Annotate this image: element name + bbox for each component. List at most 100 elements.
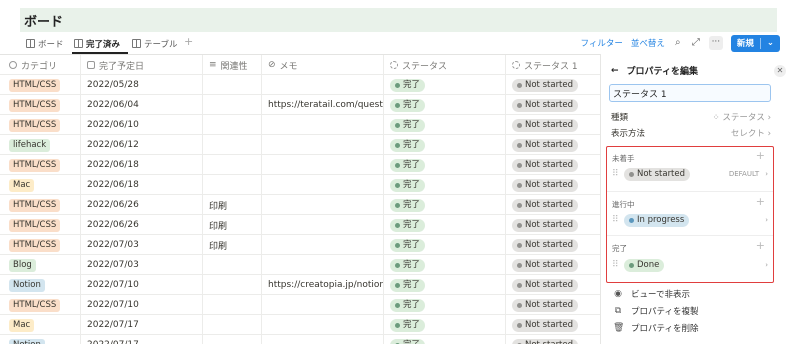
relation-cell[interactable]	[203, 155, 262, 175]
date-cell[interactable]: 2022/07/03	[81, 235, 203, 255]
memo-cell[interactable]	[262, 255, 384, 275]
category-cell[interactable]: Mac	[0, 315, 81, 335]
category-cell[interactable]: HTML/CSS	[0, 215, 81, 235]
tab-table[interactable]: テーブル	[132, 36, 178, 51]
property-type-row[interactable]: 種類 ⁘ ステータス ›	[611, 110, 771, 124]
delete-property-action[interactable]: 🗑 プロパティを削除	[613, 322, 699, 334]
column-header-memo[interactable]: ⊘ メモ	[262, 55, 384, 75]
status-option-done[interactable]: ⠿ Done ›	[612, 256, 768, 274]
status-cell[interactable]: 完了	[384, 135, 506, 155]
memo-cell[interactable]: https://teratail.com/questions/	[262, 95, 384, 115]
filter-button[interactable]: フィルター	[581, 37, 623, 49]
memo-cell[interactable]	[262, 235, 384, 255]
tab-completed[interactable]: 完了済み	[74, 36, 120, 51]
relation-cell[interactable]	[203, 175, 262, 195]
memo-cell[interactable]	[262, 175, 384, 195]
table-row[interactable]: Notion 2022/07/10 https://creatopia.jp/not…	[0, 275, 600, 295]
table-row[interactable]: Notion 2022/07/17 完了 Not started	[0, 335, 600, 344]
search-icon[interactable]: ⌕	[673, 38, 683, 48]
relation-cell[interactable]: 印刷	[203, 215, 262, 235]
relation-cell[interactable]	[203, 135, 262, 155]
memo-cell[interactable]	[262, 115, 384, 135]
category-cell[interactable]: Notion	[0, 275, 81, 295]
status1-cell[interactable]: Not started	[506, 215, 600, 235]
category-cell[interactable]: Mac	[0, 175, 81, 195]
expand-icon[interactable]: ⤢	[691, 38, 701, 48]
table-row[interactable]: HTML/CSS 2022/06/18 完了 Not started	[0, 155, 600, 175]
column-header-category[interactable]: カテゴリ	[0, 55, 81, 75]
relation-cell[interactable]	[203, 295, 262, 315]
memo-cell[interactable]: https://creatopia.jp/notion-spr	[262, 275, 384, 295]
category-cell[interactable]: Blog	[0, 255, 81, 275]
date-cell[interactable]: 2022/06/10	[81, 115, 203, 135]
table-row[interactable]: Mac 2022/06/18 完了 Not started	[0, 175, 600, 195]
date-cell[interactable]: 2022/07/17	[81, 335, 203, 344]
sort-button[interactable]: 並べ替え	[631, 37, 665, 49]
add-view-icon[interactable]: +	[184, 35, 193, 48]
date-cell[interactable]: 2022/05/28	[81, 75, 203, 95]
memo-cell[interactable]	[262, 315, 384, 335]
relation-cell[interactable]: 印刷	[203, 195, 262, 215]
column-header-relation[interactable]: ≡ 関連性	[203, 55, 262, 75]
status-cell[interactable]: 完了	[384, 155, 506, 175]
memo-cell[interactable]	[262, 75, 384, 95]
category-cell[interactable]: HTML/CSS	[0, 155, 81, 175]
status1-cell[interactable]: Not started	[506, 235, 600, 255]
status1-cell[interactable]: Not started	[506, 275, 600, 295]
status-cell[interactable]: 完了	[384, 215, 506, 235]
add-option-icon[interactable]: +	[756, 239, 765, 252]
relation-cell[interactable]	[203, 115, 262, 135]
memo-cell[interactable]	[262, 155, 384, 175]
memo-cell[interactable]	[262, 335, 384, 344]
display-style-row[interactable]: 表示方法 セレクト ›	[611, 126, 771, 140]
status-cell[interactable]: 完了	[384, 95, 506, 115]
relation-cell[interactable]	[203, 75, 262, 95]
chevron-right-icon[interactable]: ›	[765, 170, 768, 178]
category-cell[interactable]: HTML/CSS	[0, 235, 81, 255]
table-row[interactable]: lifehack 2022/06/12 完了 Not started	[0, 135, 600, 155]
column-header-date[interactable]: 完了予定日	[81, 55, 203, 75]
drag-handle-icon[interactable]: ⠿	[612, 215, 624, 225]
status1-cell[interactable]: Not started	[506, 255, 600, 275]
relation-cell[interactable]	[203, 95, 262, 115]
date-cell[interactable]: 2022/06/18	[81, 175, 203, 195]
memo-cell[interactable]	[262, 195, 384, 215]
date-cell[interactable]: 2022/06/12	[81, 135, 203, 155]
hide-in-view-action[interactable]: ◉ ビューで非表示	[613, 288, 690, 300]
status-cell[interactable]: 完了	[384, 315, 506, 335]
date-cell[interactable]: 2022/06/18	[81, 155, 203, 175]
date-cell[interactable]: 2022/07/10	[81, 295, 203, 315]
category-cell[interactable]: HTML/CSS	[0, 115, 81, 135]
chevron-right-icon[interactable]: ›	[765, 261, 768, 269]
relation-cell[interactable]	[203, 255, 262, 275]
chevron-down-icon[interactable]: ⌄	[767, 38, 774, 48]
table-row[interactable]: HTML/CSS 2022/06/26 印刷 完了 Not started	[0, 215, 600, 235]
table-row[interactable]: HTML/CSS 2022/06/04 https://teratail.com/q…	[0, 95, 600, 115]
category-cell[interactable]: HTML/CSS	[0, 295, 81, 315]
table-row[interactable]: HTML/CSS 2022/06/26 印刷 完了 Not started	[0, 195, 600, 215]
table-row[interactable]: HTML/CSS 2022/07/03 印刷 完了 Not started	[0, 235, 600, 255]
date-cell[interactable]: 2022/06/26	[81, 195, 203, 215]
status-cell[interactable]: 完了	[384, 115, 506, 135]
status-option-in-progress[interactable]: ⠿ In progress ›	[612, 211, 768, 229]
table-row[interactable]: HTML/CSS 2022/07/10 完了 Not started	[0, 295, 600, 315]
property-name-input[interactable]: ステータス 1	[609, 84, 771, 102]
date-cell[interactable]: 2022/06/26	[81, 215, 203, 235]
category-cell[interactable]: HTML/CSS	[0, 75, 81, 95]
tab-board[interactable]: ボード	[26, 36, 64, 51]
status1-cell[interactable]: Not started	[506, 195, 600, 215]
status-cell[interactable]: 完了	[384, 195, 506, 215]
add-option-icon[interactable]: +	[756, 195, 765, 208]
memo-cell[interactable]	[262, 135, 384, 155]
status-cell[interactable]: 完了	[384, 255, 506, 275]
chevron-right-icon[interactable]: ›	[765, 216, 768, 224]
new-button[interactable]: 新規 ⌄	[730, 34, 780, 52]
date-cell[interactable]: 2022/07/03	[81, 255, 203, 275]
memo-cell[interactable]	[262, 295, 384, 315]
status-cell[interactable]: 完了	[384, 295, 506, 315]
status-cell[interactable]: 完了	[384, 75, 506, 95]
status-cell[interactable]: 完了	[384, 175, 506, 195]
back-arrow-icon[interactable]: ←	[611, 66, 619, 76]
relation-cell[interactable]	[203, 275, 262, 295]
status1-cell[interactable]: Not started	[506, 155, 600, 175]
